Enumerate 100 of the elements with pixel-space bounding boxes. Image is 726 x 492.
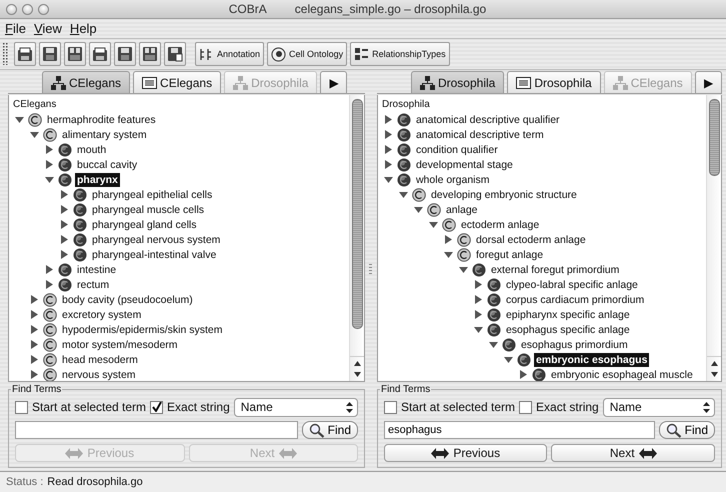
collapsed-arrow-icon[interactable]	[384, 145, 393, 154]
collapsed-arrow-icon[interactable]	[45, 280, 54, 289]
tree-item[interactable]: motor system/mesoderm	[60, 338, 180, 352]
tab[interactable]: ▶	[694, 71, 722, 93]
collapsed-arrow-icon[interactable]	[30, 295, 39, 304]
collapsed-arrow-icon[interactable]	[60, 220, 69, 229]
expanded-arrow-icon[interactable]	[474, 325, 483, 334]
tree-item[interactable]: external foregut primordium	[488, 262, 622, 276]
scroll-thumb[interactable]	[352, 99, 363, 329]
expanded-arrow-icon[interactable]	[504, 355, 513, 364]
scrollbar[interactable]	[706, 95, 721, 381]
expanded-arrow-icon[interactable]	[444, 250, 453, 259]
tree-item[interactable]: ectoderm anlage	[458, 218, 542, 232]
collapsed-arrow-icon[interactable]	[60, 235, 69, 244]
toolbar-button[interactable]	[64, 42, 86, 66]
menu-item[interactable]: Help	[70, 21, 97, 36]
tree-item[interactable]: anatomical descriptive qualifier	[414, 112, 562, 126]
tab[interactable]: ▶	[320, 71, 348, 93]
collapsed-arrow-icon[interactable]	[60, 190, 69, 199]
tab[interactable]: CElegans	[42, 71, 130, 93]
checkbox[interactable]	[15, 400, 28, 414]
expanded-arrow-icon[interactable]	[488, 340, 498, 349]
collapsed-arrow-icon[interactable]	[384, 130, 393, 139]
tree-item[interactable]: hermaphrodite features	[45, 112, 158, 126]
collapsed-arrow-icon[interactable]	[45, 145, 54, 154]
checkbox[interactable]	[384, 400, 397, 414]
tree-item[interactable]: hypodermis/epidermis/skin system	[60, 322, 224, 336]
toolbar-button[interactable]	[164, 42, 186, 66]
collapsed-arrow-icon[interactable]	[60, 250, 69, 259]
splitter-handle[interactable]	[369, 264, 372, 274]
tree-item[interactable]: pharyngeal gland cells	[90, 218, 198, 232]
tree-item[interactable]: whole organism	[414, 172, 492, 186]
toolbar-button[interactable]	[14, 42, 36, 66]
collapsed-arrow-icon[interactable]	[60, 205, 69, 214]
expanded-arrow-icon[interactable]	[458, 265, 468, 274]
collapsed-arrow-icon[interactable]	[45, 265, 54, 274]
tree-item[interactable]: pharyngeal muscle cells	[90, 202, 206, 216]
tree-item[interactable]: alimentary system	[60, 128, 149, 142]
checkbox[interactable]	[519, 400, 532, 414]
minimize-button[interactable]	[22, 4, 33, 14]
toolbar-button[interactable]	[89, 42, 111, 66]
tree-item[interactable]: epipharynx specific anlage	[504, 308, 632, 322]
tree-item[interactable]: head mesoderm	[60, 352, 140, 366]
toolbar-button[interactable]	[139, 42, 161, 66]
tree-item[interactable]: pharyngeal-intestinal valve	[90, 248, 218, 262]
tree-item[interactable]: developmental stage	[414, 158, 515, 172]
find-button[interactable]: Find	[658, 421, 715, 439]
field-dropdown[interactable]: Name	[602, 398, 715, 416]
tree-item[interactable]: esophagus specific anlage	[504, 322, 632, 336]
tree-item[interactable]: anatomical descriptive term	[414, 128, 546, 142]
expanded-arrow-icon[interactable]	[398, 190, 408, 199]
toolbar-button[interactable]: RelationshipTypes	[350, 42, 450, 66]
menu-item[interactable]: File	[5, 21, 26, 36]
tree-item[interactable]: corpus cardiacum primordium	[504, 292, 646, 306]
tree-item[interactable]: foregut anlage	[474, 248, 546, 262]
toolbar-button[interactable]: Annotation	[195, 42, 264, 66]
scroll-up-arrow-icon[interactable]	[354, 361, 360, 366]
tree-item[interactable]: embryonic esophageal muscle	[548, 368, 695, 381]
tree-item[interactable]: condition qualifier	[414, 142, 500, 156]
zoom-button[interactable]	[38, 4, 49, 14]
toolbar-button[interactable]: Cell Ontology	[267, 42, 348, 66]
toolbar-button[interactable]	[114, 42, 136, 66]
tree-item[interactable]: excretory system	[60, 308, 144, 322]
tree-item[interactable]: mouth	[75, 142, 108, 156]
scroll-up-arrow-icon[interactable]	[710, 361, 718, 366]
tree-item[interactable]: pharynx	[75, 172, 120, 186]
tab[interactable]: CElegans	[133, 71, 222, 93]
expanded-arrow-icon[interactable]	[45, 175, 54, 184]
collapsed-arrow-icon[interactable]	[30, 310, 39, 319]
expanded-arrow-icon[interactable]	[15, 115, 24, 124]
search-field[interactable]	[15, 421, 298, 439]
tree-item[interactable]: pharyngeal nervous system	[90, 232, 222, 246]
expanded-arrow-icon[interactable]	[384, 175, 393, 184]
collapsed-arrow-icon[interactable]	[474, 310, 483, 319]
tree-item[interactable]: dorsal ectoderm anlage	[474, 232, 588, 246]
scroll-down-arrow-icon[interactable]	[710, 372, 718, 377]
tree-item[interactable]: rectum	[75, 278, 112, 292]
tree-item[interactable]: anlage	[444, 202, 480, 216]
scroll-down-arrow-icon[interactable]	[354, 372, 360, 377]
collapsed-arrow-icon[interactable]	[444, 235, 453, 244]
collapsed-arrow-icon[interactable]	[474, 280, 483, 289]
tree-item[interactable]: clypeo-labral specific anlage	[504, 278, 640, 292]
collapsed-arrow-icon[interactable]	[30, 340, 39, 349]
tree-item[interactable]: pharyngeal epithelial cells	[90, 188, 214, 202]
scrollbar[interactable]	[349, 95, 364, 381]
collapsed-arrow-icon[interactable]	[30, 325, 39, 334]
expanded-arrow-icon[interactable]	[428, 220, 438, 229]
collapsed-arrow-icon[interactable]	[384, 115, 393, 124]
toolbar-button[interactable]	[39, 42, 61, 66]
tab[interactable]: Drosophila	[507, 71, 601, 93]
tree-item[interactable]: nervous system	[60, 368, 138, 381]
previous-button[interactable]: Previous	[384, 444, 548, 462]
collapsed-arrow-icon[interactable]	[474, 295, 483, 304]
tab[interactable]: Drosophila	[410, 71, 504, 93]
find-button[interactable]: Find	[302, 421, 358, 439]
collapsed-arrow-icon[interactable]	[30, 355, 39, 364]
collapsed-arrow-icon[interactable]	[384, 160, 393, 169]
collapsed-arrow-icon[interactable]	[30, 370, 39, 379]
tree-item[interactable]: embryonic esophagus	[534, 352, 650, 366]
menu-item[interactable]: View	[34, 21, 62, 36]
